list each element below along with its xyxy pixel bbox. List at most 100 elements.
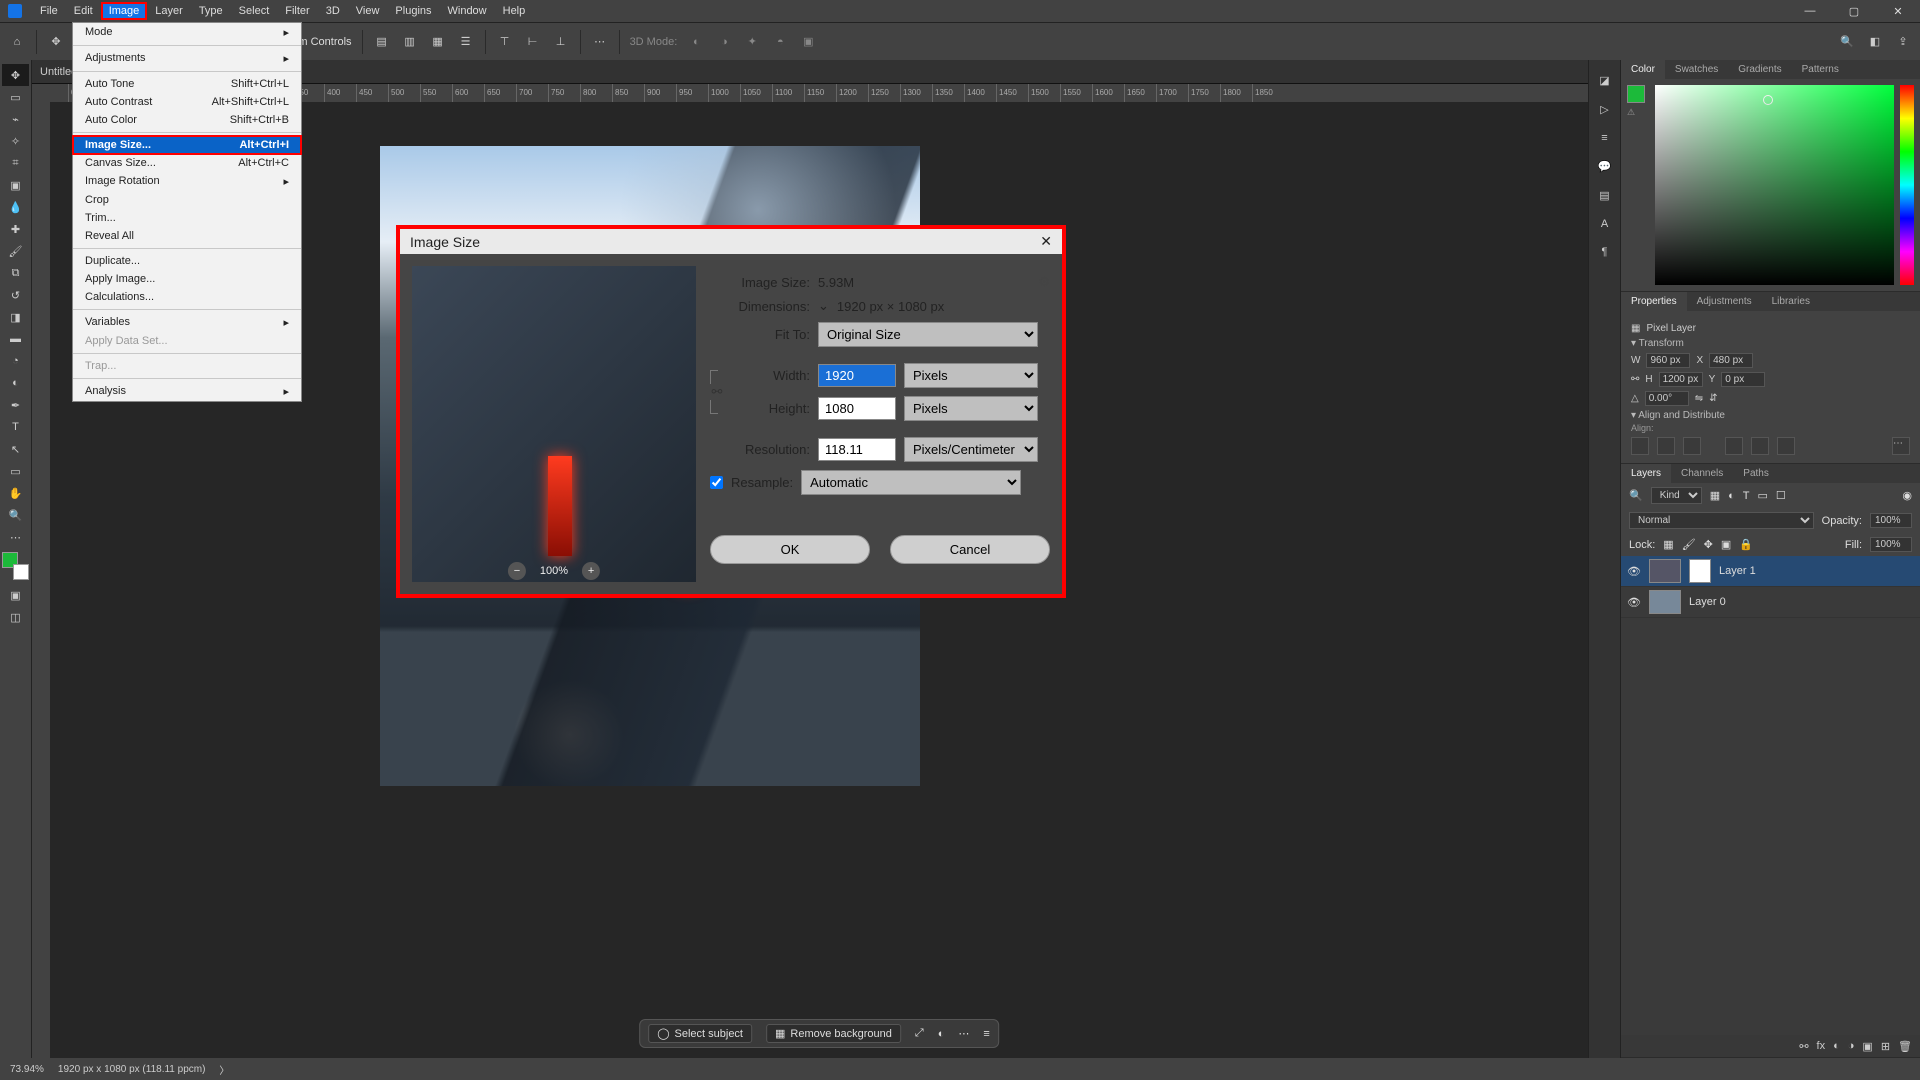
align-t[interactable] xyxy=(1725,437,1743,455)
menu-view[interactable]: View xyxy=(348,2,388,20)
menu-item-image-rotation[interactable]: Image Rotation xyxy=(73,172,301,191)
move-tool-icon[interactable]: ✥ xyxy=(47,33,65,51)
menu-item-auto-contrast[interactable]: Auto ContrastAlt+Shift+Ctrl+L xyxy=(73,93,301,111)
select-subject-button[interactable]: ◯ Select subject xyxy=(648,1024,752,1043)
maximize-button[interactable]: ▢ xyxy=(1832,0,1876,22)
menu-item-auto-tone[interactable]: Auto ToneShift+Ctrl+L xyxy=(73,75,301,93)
height-input[interactable] xyxy=(1659,372,1703,387)
trash-icon[interactable]: 🗑 xyxy=(1898,1040,1912,1053)
frame-tool[interactable]: ▣ xyxy=(2,174,29,196)
cancel-button[interactable]: Cancel xyxy=(890,535,1050,564)
menu-item-image-size-[interactable]: Image Size...Alt+Ctrl+I xyxy=(73,136,301,154)
link-icon[interactable]: ⚯ xyxy=(1631,374,1639,385)
ok-button[interactable]: OK xyxy=(710,535,870,564)
filter-smart-icon[interactable]: ☐ xyxy=(1776,489,1786,502)
flip-v-icon[interactable]: ⇵ xyxy=(1709,393,1717,404)
marquee-tool[interactable]: ▭ xyxy=(2,86,29,108)
eraser-tool[interactable]: ◨ xyxy=(2,306,29,328)
visibility-icon[interactable]: 👁 xyxy=(1627,565,1641,578)
blur-tool[interactable]: ◔ xyxy=(2,350,29,372)
menu-window[interactable]: Window xyxy=(440,2,495,20)
properties-icon[interactable]: ≡ xyxy=(983,1028,989,1040)
layer-row-0[interactable]: 👁 Layer 0 xyxy=(1621,587,1920,618)
filter-shape-icon[interactable]: ▭ xyxy=(1758,489,1768,502)
hand-tool[interactable]: ✋ xyxy=(2,482,29,504)
layer-row-1[interactable]: 👁 Layer 1 xyxy=(1621,556,1920,587)
share-icon[interactable]: ⇪ xyxy=(1894,33,1912,51)
layer-kind-select[interactable]: Kind xyxy=(1651,487,1702,504)
panel-icon-1[interactable]: ◪ xyxy=(1599,74,1609,87)
blend-mode-select[interactable]: Normal xyxy=(1629,512,1814,529)
resample-checkbox[interactable] xyxy=(710,476,723,489)
menu-item-reveal-all[interactable]: Reveal All xyxy=(73,227,301,245)
align-left-icon[interactable]: ▤ xyxy=(373,33,391,51)
align-bottom-icon[interactable]: ⊥ xyxy=(552,33,570,51)
align-c[interactable] xyxy=(1657,437,1675,455)
menu-filter[interactable]: Filter xyxy=(277,2,317,20)
group-icon[interactable]: ▣ xyxy=(1862,1040,1872,1053)
panel-icon-4[interactable]: 💬 xyxy=(1598,160,1612,173)
dimensions-toggle[interactable]: ⌄ xyxy=(818,298,829,314)
flip-h-icon[interactable]: ⇋ xyxy=(1695,393,1703,404)
angle-input[interactable] xyxy=(1645,391,1689,406)
eyedropper-tool[interactable]: 💧 xyxy=(2,196,29,218)
x-input[interactable] xyxy=(1709,353,1753,368)
menu-select[interactable]: Select xyxy=(231,2,278,20)
menu-type[interactable]: Type xyxy=(191,2,231,20)
panel-icon-7[interactable]: ¶ xyxy=(1602,246,1608,258)
align-r[interactable] xyxy=(1683,437,1701,455)
stamp-tool[interactable]: ⧉ xyxy=(2,262,29,284)
tab-color[interactable]: Color xyxy=(1621,60,1665,79)
screenmode-tool[interactable]: ◫ xyxy=(2,606,29,628)
pen-tool[interactable]: ✒ xyxy=(2,394,29,416)
menu-item-crop[interactable]: Crop xyxy=(73,191,301,209)
adjust-icon[interactable]: ◐ xyxy=(938,1028,945,1040)
panel-icon-6[interactable]: A xyxy=(1601,218,1608,230)
menu-item-canvas-size-[interactable]: Canvas Size...Alt+Ctrl+C xyxy=(73,154,301,172)
align-center-icon[interactable]: ▥ xyxy=(401,33,419,51)
zoom-tool[interactable]: 🔍 xyxy=(2,504,29,526)
fx-icon[interactable]: fx xyxy=(1817,1040,1826,1052)
menu-help[interactable]: Help xyxy=(495,2,534,20)
filter-type-icon[interactable]: T xyxy=(1743,490,1750,502)
fill-input[interactable] xyxy=(1870,537,1912,552)
remove-background-button[interactable]: ▦ Remove background xyxy=(766,1024,901,1043)
align-right-icon[interactable]: ▦ xyxy=(429,33,447,51)
menu-3d[interactable]: 3D xyxy=(318,2,348,20)
filter-toggle[interactable]: ◉ xyxy=(1902,489,1912,502)
workspace-icon[interactable]: ◧ xyxy=(1866,33,1884,51)
mode-3d-icon-1[interactable]: ◐ xyxy=(687,33,705,51)
move-tool[interactable]: ✥ xyxy=(2,64,29,86)
panel-icon-2[interactable]: ▷ xyxy=(1600,103,1608,116)
home-icon[interactable]: ⌂ xyxy=(8,33,26,51)
path-tool[interactable]: ↖ xyxy=(2,438,29,460)
lock-pixel-icon[interactable]: 🖌 xyxy=(1682,538,1696,551)
tab-layers[interactable]: Layers xyxy=(1621,464,1671,483)
resolution-unit-select[interactable]: Pixels/Centimeter xyxy=(904,437,1038,462)
fg-bg-colors[interactable] xyxy=(2,552,29,580)
healing-tool[interactable]: ✚ xyxy=(2,218,29,240)
height-field[interactable] xyxy=(818,397,896,420)
more-icon[interactable]: ⋯ xyxy=(958,1027,969,1040)
align-m[interactable] xyxy=(1751,437,1769,455)
mode-3d-icon-4[interactable]: ◓ xyxy=(771,33,789,51)
align-top-icon[interactable]: ⊤ xyxy=(496,33,514,51)
lock-trans-icon[interactable]: ▦ xyxy=(1663,538,1673,551)
menu-item-auto-color[interactable]: Auto ColorShift+Ctrl+B xyxy=(73,111,301,129)
type-tool[interactable]: T xyxy=(2,416,29,438)
menu-item-trim-[interactable]: Trim... xyxy=(73,209,301,227)
close-window-button[interactable]: ✕ xyxy=(1876,0,1920,22)
more-align-icon[interactable]: ⋯ xyxy=(591,33,609,51)
transform-icon[interactable]: ⤢ xyxy=(915,1027,924,1040)
filter-pixel-icon[interactable]: ▦ xyxy=(1710,489,1720,502)
menu-item-mode[interactable]: Mode xyxy=(73,23,301,42)
crop-tool[interactable]: ⌗ xyxy=(2,152,29,174)
new-layer-icon[interactable]: ⊞ xyxy=(1881,1040,1890,1053)
search-icon[interactable]: 🔍 xyxy=(1838,33,1856,51)
history-brush-tool[interactable]: ↺ xyxy=(2,284,29,306)
wand-tool[interactable]: ✧ xyxy=(2,130,29,152)
dialog-close-button[interactable]: ✕ xyxy=(1040,233,1052,250)
distribute-icon[interactable]: ☰ xyxy=(457,33,475,51)
menu-item-calculations-[interactable]: Calculations... xyxy=(73,288,301,306)
menu-item-variables[interactable]: Variables xyxy=(73,313,301,332)
